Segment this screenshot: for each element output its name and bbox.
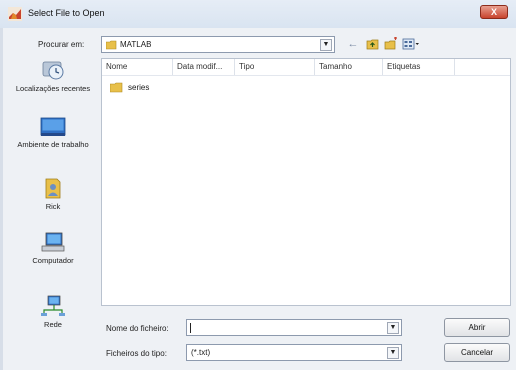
filetype-value: (*.txt) [191,348,211,357]
place-recent-label: Localizações recentes [15,84,91,93]
look-in-combo[interactable]: MATLAB ▼ [101,36,335,53]
folder-icon [110,82,123,93]
title-bar[interactable]: Select File to Open X [0,0,516,28]
recent-places-icon [42,61,64,80]
look-in-value: MATLAB [120,40,152,49]
file-open-dialog: Select File to Open X Procurar em: MATLA… [0,0,516,370]
view-menu-icon[interactable] [402,37,420,51]
place-computer-label: Computador [32,256,74,265]
new-folder-icon[interactable] [384,37,398,51]
place-user-label: Rick [45,202,61,211]
places-bar: Localizações recentes Ambiente de trabal… [8,58,98,366]
column-tags[interactable]: Etiquetas [383,59,455,75]
filename-field[interactable]: ▼ [186,319,402,336]
open-button[interactable]: Abrir [444,318,510,337]
up-folder-icon[interactable] [366,37,380,51]
chevron-down-icon[interactable]: ▼ [387,347,399,359]
close-button[interactable]: X [480,5,508,19]
file-name: series [128,83,150,92]
column-type[interactable]: Tipo [235,59,315,75]
place-desktop[interactable]: Ambiente de trabalho [8,116,98,149]
place-computer[interactable]: Computador [8,230,98,265]
filetype-select[interactable]: (*.txt) ▼ [186,344,402,361]
chevron-down-icon[interactable]: ▼ [320,39,332,51]
filetype-label: Ficheiros do tipo: [106,349,167,358]
desktop-icon [40,117,66,136]
matlab-icon [8,7,22,21]
back-arrow-icon[interactable]: ← [346,37,360,51]
window-edge [0,28,3,370]
user-folder-icon [45,178,61,199]
place-desktop-label: Ambiente de trabalho [17,140,89,149]
file-list[interactable]: Nome Data modif... Tipo Tamanho Etiqueta… [101,58,511,306]
place-network-label: Rede [44,320,62,329]
filename-label: Nome do ficheiro: [106,324,169,333]
look-in-label: Procurar em: [38,40,85,49]
column-name[interactable]: Nome [102,59,173,75]
place-user[interactable]: Rick [8,176,98,211]
folder-icon [106,40,117,50]
dialog-title: Select File to Open [28,8,105,18]
chevron-down-icon[interactable]: ▼ [387,322,399,334]
text-cursor [190,323,191,333]
column-date-modified[interactable]: Data modif... [173,59,235,75]
place-recent[interactable]: Localizações recentes [8,58,98,93]
place-network[interactable]: Rede [8,294,98,329]
cancel-button[interactable]: Cancelar [444,343,510,362]
computer-icon [41,232,65,252]
network-icon [41,295,65,316]
column-size[interactable]: Tamanho [315,59,383,75]
